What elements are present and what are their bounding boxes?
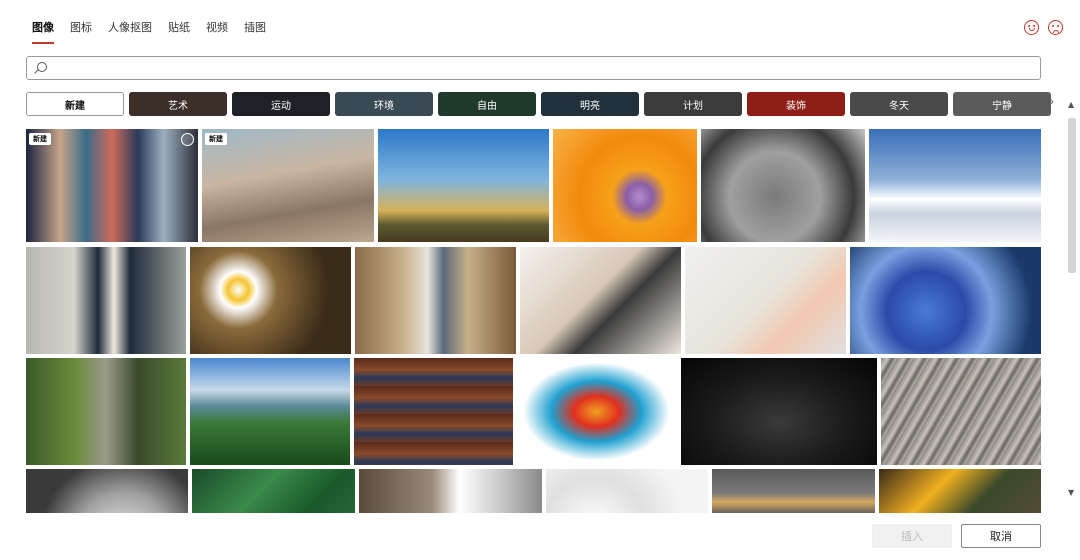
- scroll-up-icon[interactable]: ▲: [1068, 100, 1074, 109]
- category-chip[interactable]: 环境: [335, 92, 433, 116]
- image-tile[interactable]: [26, 358, 186, 465]
- category-tabs: 图像 图标 人像抠图 贴纸 视频 插图: [32, 18, 282, 44]
- category-chip[interactable]: 装饰: [747, 92, 845, 116]
- tab-icons[interactable]: 图标: [70, 18, 92, 44]
- image-tile[interactable]: [701, 129, 865, 242]
- tab-images[interactable]: 图像: [32, 18, 54, 44]
- vertical-scrollbar[interactable]: ▲ ▼: [1066, 92, 1078, 510]
- image-tile[interactable]: [26, 469, 188, 513]
- search-input[interactable]: [27, 57, 1040, 79]
- image-tile[interactable]: [879, 469, 1041, 513]
- scroll-down-icon[interactable]: ▼: [1068, 488, 1074, 497]
- category-chip[interactable]: 明亮: [541, 92, 639, 116]
- image-tile[interactable]: [517, 358, 676, 465]
- image-tile[interactable]: [712, 469, 875, 513]
- image-tile[interactable]: 新建: [202, 129, 374, 242]
- image-tile[interactable]: [354, 358, 513, 465]
- image-tile[interactable]: [869, 129, 1041, 242]
- image-tile[interactable]: [190, 358, 350, 465]
- image-tile[interactable]: [26, 247, 186, 354]
- image-tile[interactable]: [881, 358, 1041, 465]
- tab-stickers[interactable]: 贴纸: [168, 18, 190, 44]
- image-tile[interactable]: [553, 129, 697, 242]
- image-tile[interactable]: [190, 247, 351, 354]
- frown-feedback-icon[interactable]: [1048, 20, 1063, 35]
- category-chip[interactable]: 冬天: [850, 92, 948, 116]
- chevron-right-icon[interactable]: ›: [1049, 94, 1055, 110]
- search-bar: [26, 56, 1041, 80]
- category-chip[interactable]: 计划: [644, 92, 742, 116]
- new-badge: 新建: [205, 133, 227, 145]
- image-tile[interactable]: [685, 247, 846, 354]
- cancel-button[interactable]: 取消: [961, 524, 1041, 548]
- image-tile[interactable]: [681, 358, 877, 465]
- new-badge: 新建: [29, 133, 51, 145]
- search-icon: [37, 62, 47, 72]
- image-tile[interactable]: [359, 469, 542, 513]
- category-chip[interactable]: 运动: [232, 92, 330, 116]
- tab-cutout-people[interactable]: 人像抠图: [108, 18, 152, 44]
- image-tile[interactable]: [192, 469, 355, 513]
- category-chip[interactable]: 自由: [438, 92, 536, 116]
- insert-button[interactable]: 插入: [872, 524, 952, 548]
- image-tile[interactable]: [355, 247, 516, 354]
- image-tile[interactable]: [520, 247, 681, 354]
- scroll-thumb[interactable]: [1068, 118, 1076, 273]
- category-chips: 新建 艺术 运动 环境 自由 明亮 计划 装饰 冬天 宁静: [26, 92, 1051, 116]
- image-tile[interactable]: [378, 129, 549, 242]
- image-grid: 新建 新建: [26, 129, 1041, 513]
- category-chip[interactable]: 新建: [26, 92, 124, 116]
- category-chip[interactable]: 宁静: [953, 92, 1051, 116]
- select-checkbox[interactable]: [181, 133, 194, 146]
- category-chip[interactable]: 艺术: [129, 92, 227, 116]
- image-tile[interactable]: [850, 247, 1041, 354]
- image-tile[interactable]: [546, 469, 708, 513]
- tab-illustrations[interactable]: 插图: [244, 18, 266, 44]
- tab-videos[interactable]: 视频: [206, 18, 228, 44]
- smile-feedback-icon[interactable]: [1024, 20, 1039, 35]
- image-tile[interactable]: 新建: [26, 129, 198, 242]
